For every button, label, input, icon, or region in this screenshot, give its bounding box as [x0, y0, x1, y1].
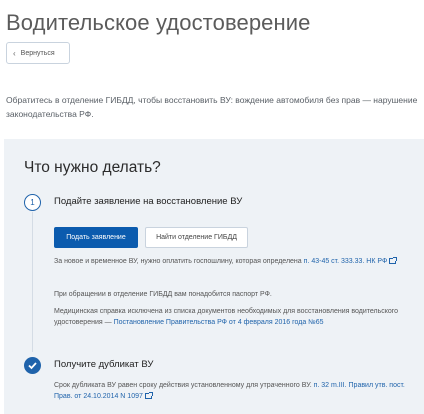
step-connector-line [32, 212, 33, 352]
duplicate-text: Срок дубликата ВУ равен сроку действия у… [54, 382, 312, 389]
passport-text: При обращении в отделение ГИБДД вам пона… [54, 291, 272, 298]
tax-code-link[interactable]: п. 43-45 ст. 333.33. НК РФ [304, 258, 388, 265]
back-button-label: Вернуться [20, 49, 55, 57]
back-button[interactable]: ‹ Вернуться [6, 42, 70, 64]
external-link-icon [389, 257, 398, 264]
fee-text: За новое и временное ВУ, нужно оплатить … [54, 258, 302, 265]
section-title: Что нужно делать? [24, 159, 161, 176]
page-title: Водительское удостоверение [6, 10, 311, 35]
step2-title: Получите дубликат ВУ [54, 359, 154, 370]
medical-paragraph: Медицинская справка исключена из списка … [54, 306, 414, 328]
instructions-panel [4, 139, 424, 414]
fee-paragraph: За новое и временное ВУ, нужно оплатить … [54, 256, 414, 267]
find-gibdd-office-button[interactable]: Найти отделение ГИБДД [145, 227, 248, 248]
duplicate-paragraph: Срок дубликата ВУ равен сроку действия у… [54, 380, 414, 402]
check-icon [24, 357, 41, 374]
government-decree-link[interactable]: Постановление Правительства РФ от 4 февр… [114, 319, 324, 326]
submit-application-button[interactable]: Подать заявление [54, 227, 138, 248]
chevron-left-icon: ‹ [13, 48, 16, 58]
step1-title: Подайте заявление на восстановление ВУ [54, 196, 243, 207]
intro-text: Обратитесь в отделение ГИБДД, чтобы восс… [6, 95, 418, 119]
external-link-icon [144, 392, 153, 399]
step-number-badge: 1 [24, 194, 41, 211]
